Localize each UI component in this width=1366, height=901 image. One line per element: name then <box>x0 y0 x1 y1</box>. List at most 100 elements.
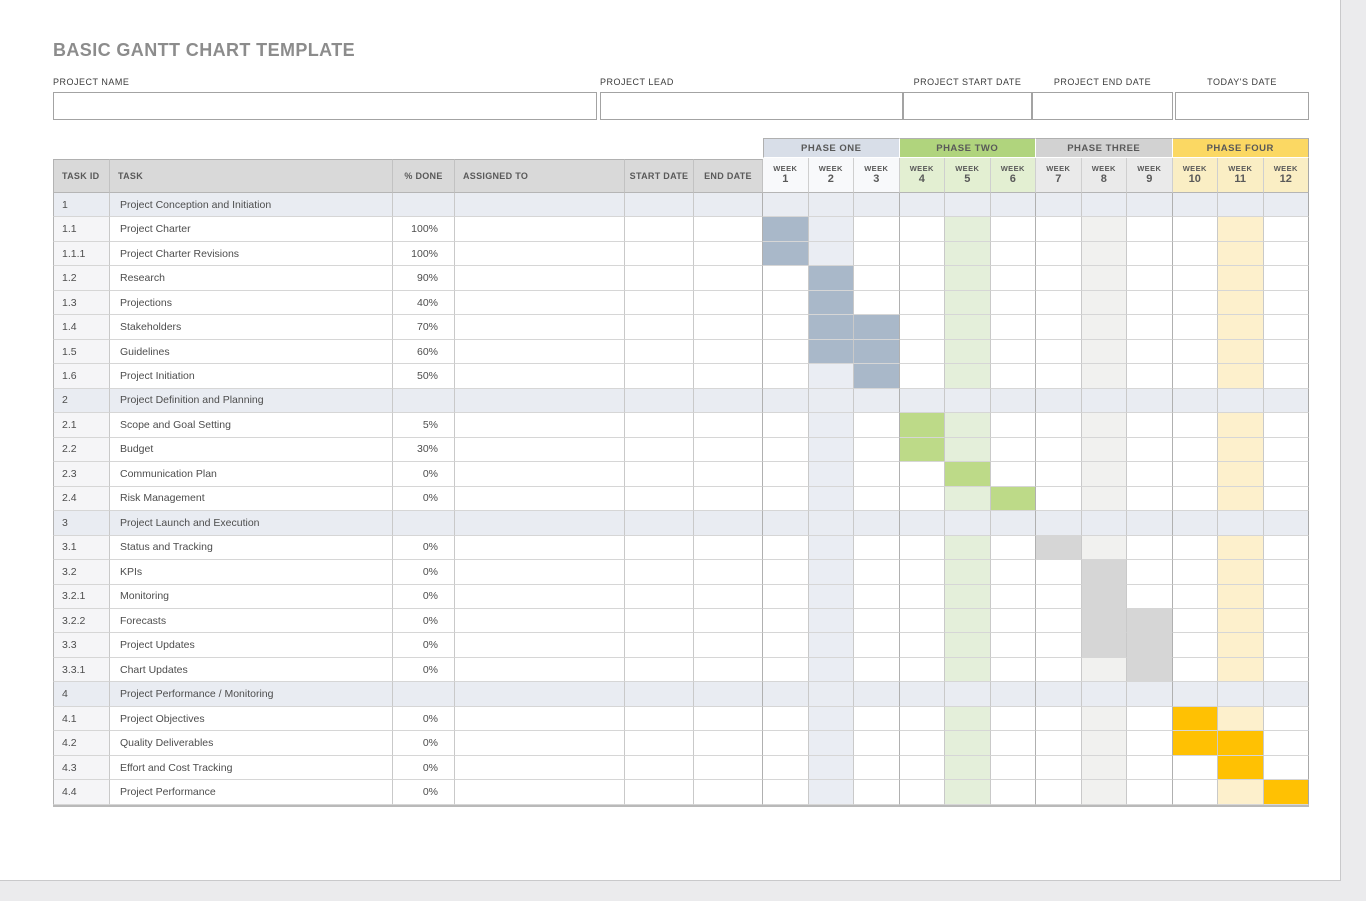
cell-end-date[interactable] <box>694 291 763 315</box>
gantt-cell-week-4[interactable] <box>900 364 946 388</box>
cell-assigned[interactable] <box>455 633 625 657</box>
gantt-cell-week-8[interactable] <box>1082 536 1128 560</box>
gantt-cell-week-8[interactable] <box>1082 315 1128 339</box>
gantt-cell-week-8[interactable] <box>1082 780 1128 804</box>
cell-task-id[interactable]: 1.2 <box>53 266 110 290</box>
gantt-cell-week-8[interactable] <box>1082 756 1128 780</box>
gantt-cell-week-4[interactable] <box>900 389 946 413</box>
gantt-cell-week-9[interactable] <box>1127 438 1173 462</box>
gantt-cell-week-12[interactable] <box>1264 340 1310 364</box>
gantt-cell-week-9[interactable] <box>1127 242 1173 266</box>
gantt-cell-week-1[interactable] <box>763 315 809 339</box>
cell-task[interactable]: Project Charter <box>110 217 393 241</box>
gantt-cell-week-2[interactable] <box>809 413 855 437</box>
cell-done[interactable]: 0% <box>393 585 455 609</box>
gantt-cell-week-4[interactable] <box>900 217 946 241</box>
gantt-cell-week-7[interactable] <box>1036 389 1082 413</box>
gantt-cell-week-7[interactable] <box>1036 217 1082 241</box>
gantt-cell-week-12[interactable] <box>1264 682 1310 706</box>
gantt-cell-week-3[interactable] <box>854 560 900 584</box>
gantt-cell-week-6[interactable] <box>991 364 1037 388</box>
gantt-cell-week-9[interactable] <box>1127 266 1173 290</box>
cell-done[interactable]: 0% <box>393 707 455 731</box>
gantt-cell-week-7[interactable] <box>1036 731 1082 755</box>
cell-end-date[interactable] <box>694 780 763 804</box>
gantt-cell-week-3[interactable] <box>854 511 900 535</box>
gantt-cell-week-2[interactable] <box>809 193 855 217</box>
cell-end-date[interactable] <box>694 756 763 780</box>
cell-done[interactable]: 0% <box>393 609 455 633</box>
gantt-cell-week-12[interactable] <box>1264 242 1310 266</box>
cell-start-date[interactable] <box>625 340 694 364</box>
gantt-cell-week-9[interactable] <box>1127 193 1173 217</box>
gantt-cell-week-12[interactable] <box>1264 266 1310 290</box>
gantt-cell-week-9[interactable] <box>1127 682 1173 706</box>
cell-task[interactable]: Project Performance <box>110 780 393 804</box>
gantt-cell-week-7[interactable] <box>1036 585 1082 609</box>
cell-end-date[interactable] <box>694 217 763 241</box>
gantt-cell-week-1[interactable] <box>763 609 809 633</box>
gantt-cell-week-6[interactable] <box>991 315 1037 339</box>
gantt-cell-week-7[interactable] <box>1036 487 1082 511</box>
gantt-cell-week-10[interactable] <box>1173 438 1219 462</box>
cell-task[interactable]: Project Performance / Monitoring <box>110 682 393 706</box>
gantt-cell-week-10[interactable] <box>1173 340 1219 364</box>
gantt-cell-week-7[interactable] <box>1036 438 1082 462</box>
gantt-cell-week-10[interactable] <box>1173 560 1219 584</box>
cell-task-id[interactable]: 4.4 <box>53 780 110 804</box>
gantt-cell-week-4[interactable] <box>900 511 946 535</box>
gantt-cell-week-12[interactable] <box>1264 731 1310 755</box>
gantt-cell-week-8[interactable] <box>1082 242 1128 266</box>
cell-start-date[interactable] <box>625 780 694 804</box>
gantt-cell-week-8[interactable] <box>1082 633 1128 657</box>
gantt-cell-week-5[interactable] <box>945 217 991 241</box>
gantt-cell-week-5[interactable] <box>945 266 991 290</box>
gantt-cell-week-4[interactable] <box>900 462 946 486</box>
cell-assigned[interactable] <box>455 266 625 290</box>
gantt-cell-week-1[interactable] <box>763 217 809 241</box>
gantt-cell-week-7[interactable] <box>1036 511 1082 535</box>
cell-assigned[interactable] <box>455 560 625 584</box>
cell-start-date[interactable] <box>625 193 694 217</box>
gantt-cell-week-10[interactable] <box>1173 217 1219 241</box>
cell-task-id[interactable]: 4.2 <box>53 731 110 755</box>
gantt-cell-week-4[interactable] <box>900 291 946 315</box>
cell-task-id[interactable]: 2.3 <box>53 462 110 486</box>
gantt-cell-week-6[interactable] <box>991 413 1037 437</box>
gantt-cell-week-4[interactable] <box>900 413 946 437</box>
gantt-cell-week-3[interactable] <box>854 682 900 706</box>
gantt-cell-week-2[interactable] <box>809 315 855 339</box>
gantt-cell-week-5[interactable] <box>945 536 991 560</box>
gantt-cell-week-6[interactable] <box>991 682 1037 706</box>
gantt-cell-week-11[interactable] <box>1218 633 1264 657</box>
gantt-cell-week-1[interactable] <box>763 682 809 706</box>
gantt-cell-week-10[interactable] <box>1173 266 1219 290</box>
cell-done[interactable]: 0% <box>393 462 455 486</box>
cell-assigned[interactable] <box>455 364 625 388</box>
gantt-cell-week-7[interactable] <box>1036 780 1082 804</box>
gantt-cell-week-12[interactable] <box>1264 585 1310 609</box>
gantt-cell-week-12[interactable] <box>1264 364 1310 388</box>
gantt-cell-week-5[interactable] <box>945 560 991 584</box>
cell-end-date[interactable] <box>694 438 763 462</box>
cell-end-date[interactable] <box>694 658 763 682</box>
gantt-cell-week-6[interactable] <box>991 707 1037 731</box>
gantt-cell-week-7[interactable] <box>1036 315 1082 339</box>
gantt-cell-week-11[interactable] <box>1218 682 1264 706</box>
gantt-cell-week-4[interactable] <box>900 682 946 706</box>
cell-assigned[interactable] <box>455 242 625 266</box>
cell-assigned[interactable] <box>455 315 625 339</box>
gantt-cell-week-5[interactable] <box>945 193 991 217</box>
cell-task[interactable]: Project Definition and Planning <box>110 389 393 413</box>
gantt-cell-week-10[interactable] <box>1173 364 1219 388</box>
gantt-cell-week-7[interactable] <box>1036 633 1082 657</box>
gantt-cell-week-11[interactable] <box>1218 242 1264 266</box>
cell-assigned[interactable] <box>455 682 625 706</box>
gantt-cell-week-10[interactable] <box>1173 389 1219 413</box>
cell-task-id[interactable]: 1.6 <box>53 364 110 388</box>
gantt-cell-week-10[interactable] <box>1173 756 1219 780</box>
cell-assigned[interactable] <box>455 609 625 633</box>
cell-assigned[interactable] <box>455 756 625 780</box>
cell-assigned[interactable] <box>455 585 625 609</box>
gantt-cell-week-2[interactable] <box>809 340 855 364</box>
